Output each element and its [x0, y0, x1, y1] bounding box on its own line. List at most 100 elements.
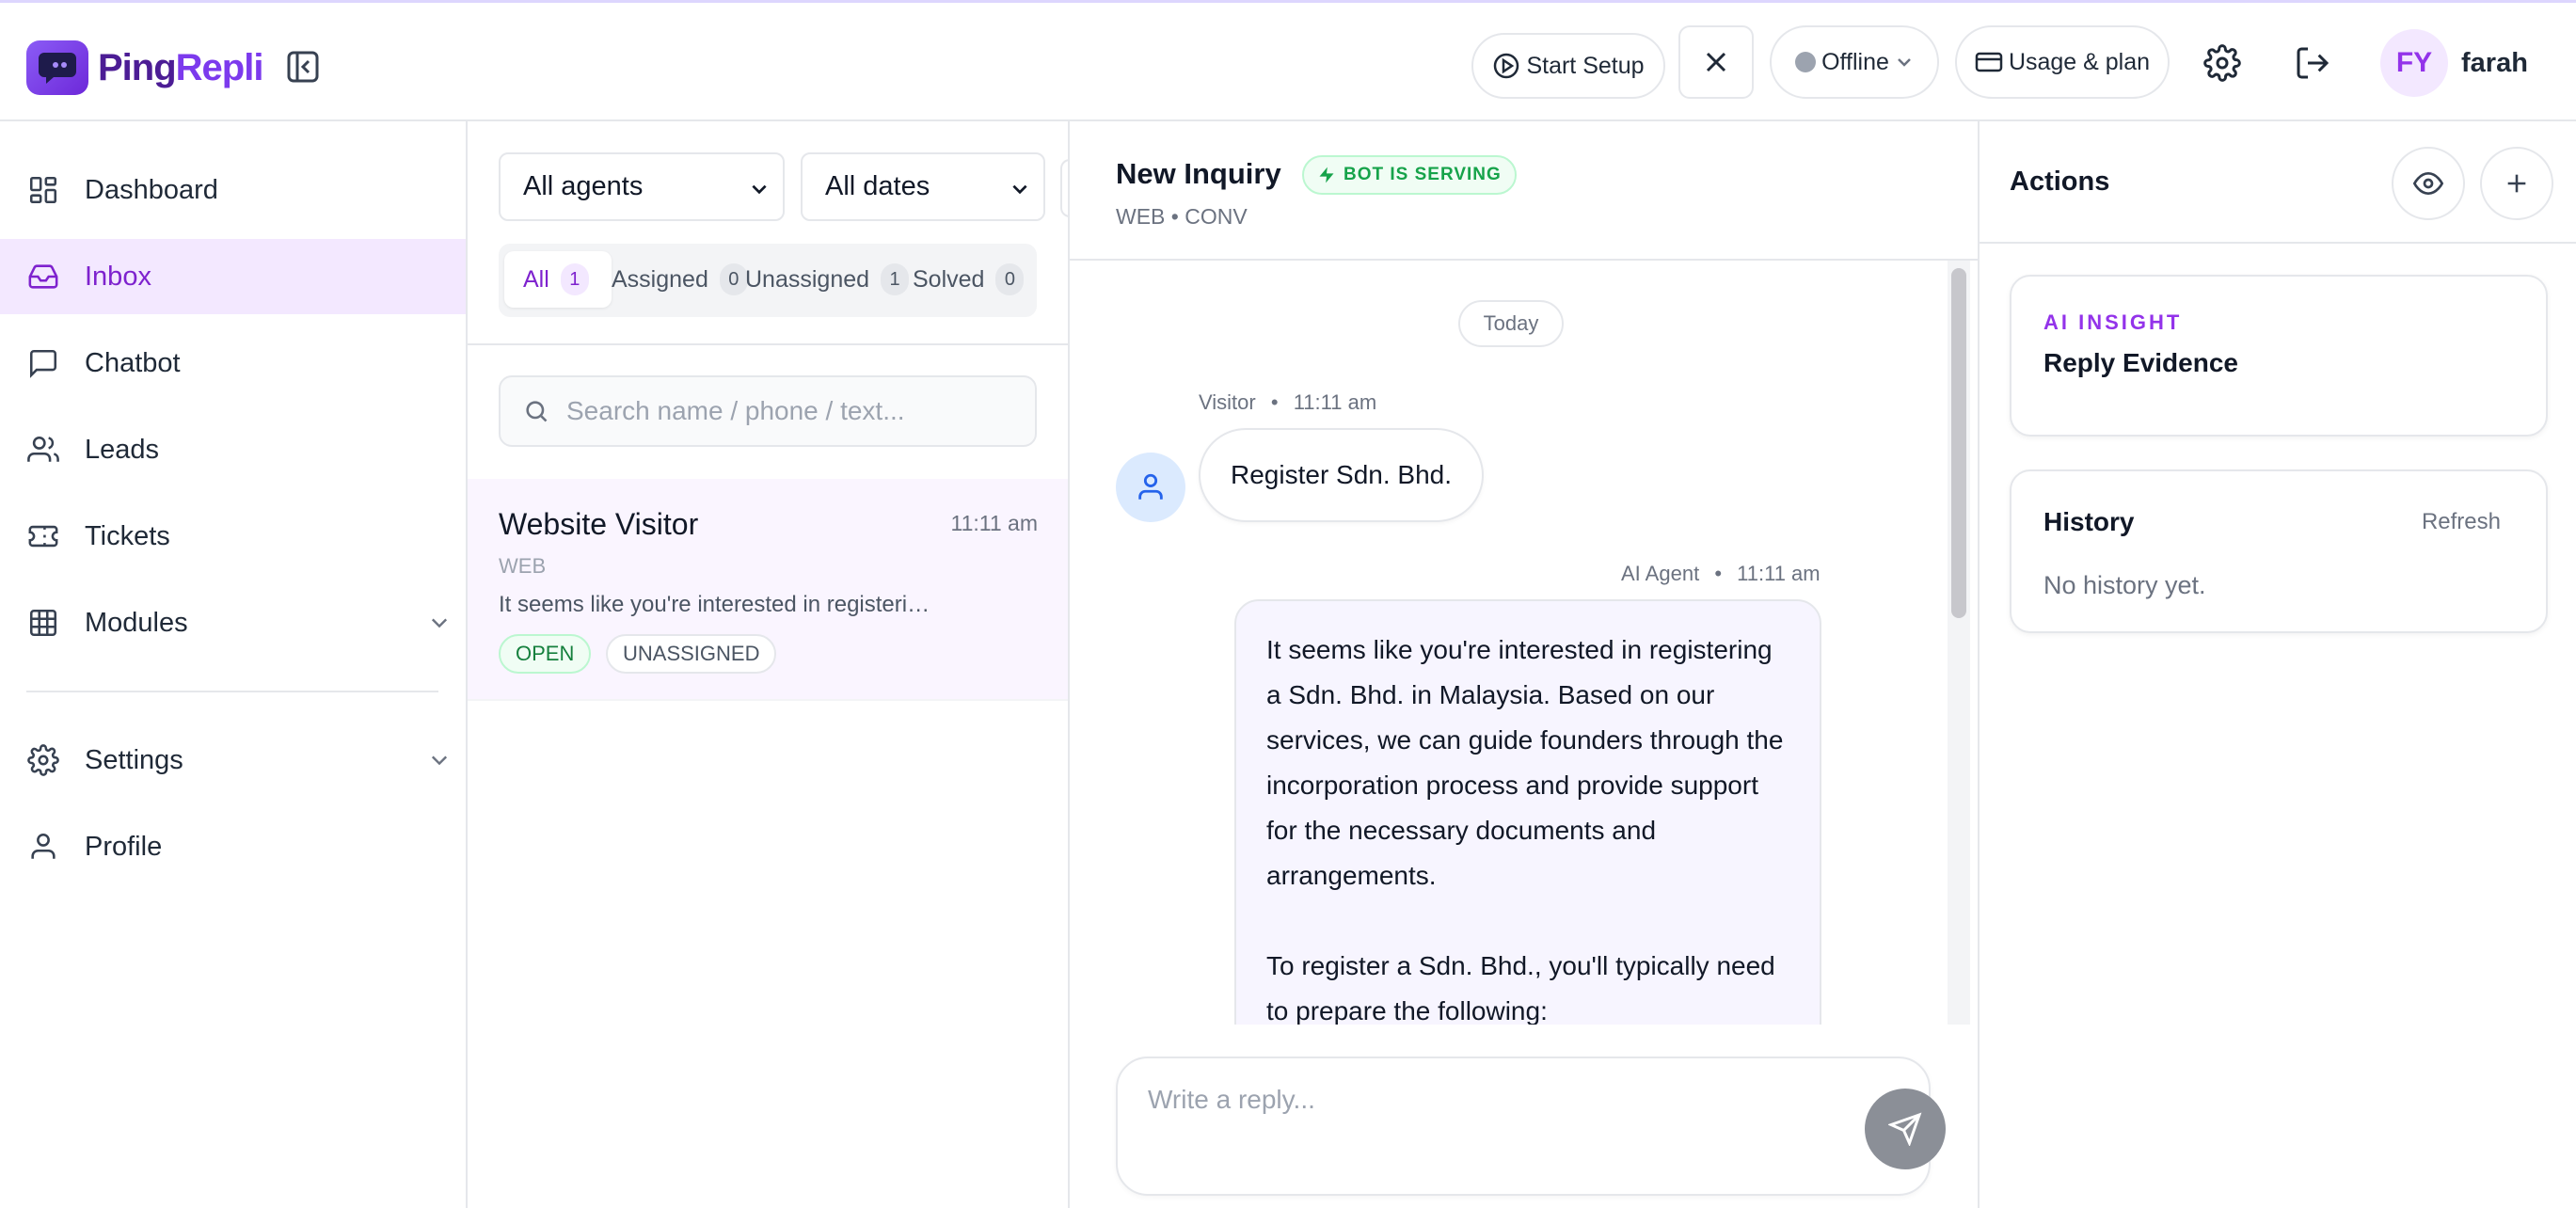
date-filter-value: All dates [825, 171, 930, 201]
close-icon [1706, 52, 1726, 72]
status-label: Offline [1821, 48, 1889, 75]
sidebar-item-profile[interactable]: Profile [0, 809, 466, 884]
tab-count: 0 [719, 263, 748, 295]
logout-button[interactable] [2288, 44, 2337, 82]
reply-input[interactable] [1148, 1085, 1797, 1141]
gear-icon [26, 743, 60, 777]
history-title: History [2043, 507, 2135, 536]
reply-composer [1116, 1057, 1946, 1196]
bot-serving-badge: BOT IS SERVING [1302, 155, 1517, 195]
sidebar-item-leads[interactable]: Leads [0, 412, 466, 487]
user-icon [1138, 473, 1163, 500]
sidebar-item-label: Dashboard [85, 174, 218, 205]
sidebar-divider [26, 691, 438, 692]
tab-count: 1 [560, 263, 589, 295]
send-button[interactable] [1865, 1089, 1946, 1169]
insight-title: Reply Evidence [2043, 348, 2238, 377]
plus-icon [2507, 174, 2526, 193]
chevron-down-icon [1898, 58, 1911, 67]
tab-unassigned[interactable]: Unassigned 1 [745, 251, 910, 308]
user-avatar[interactable]: FY [2380, 29, 2448, 97]
visitor-avatar [1116, 453, 1185, 522]
conversation-channel: WEB [499, 554, 547, 578]
ticket-icon [26, 519, 60, 553]
logout-icon [2297, 47, 2330, 79]
sidebar-item-label: Settings [85, 744, 183, 775]
logo-mark-icon [26, 40, 88, 95]
chat-subtitle: WEB • CONV [1116, 204, 1248, 229]
conversation-time: 11:11 am [950, 511, 1038, 535]
sidebar-item-label: Profile [85, 831, 163, 862]
users-icon [26, 433, 60, 467]
sidebar-item-label: Modules [85, 607, 188, 638]
brand-name: PingRepli [98, 46, 263, 88]
sidebar-item-label: Chatbot [85, 347, 181, 378]
actions-header: Actions [1980, 121, 2576, 244]
tab-label: Unassigned [745, 265, 870, 293]
bot-serving-label: BOT IS SERVING [1344, 165, 1502, 184]
insight-kicker: AI INSIGHT [2043, 310, 2183, 334]
eye-icon [2413, 171, 2443, 196]
sidebar-item-modules[interactable]: Modules [0, 585, 466, 660]
visitor-message-bubble: Register Sdn. Bhd. [1199, 428, 1485, 522]
meta-separator: • [1714, 562, 1723, 585]
dashboard-icon [26, 173, 60, 207]
search-input[interactable] [566, 396, 1018, 426]
ai-message-paragraph: It seems like you're interested in regis… [1266, 635, 1784, 890]
search-icon [526, 401, 548, 422]
tab-count: 0 [995, 263, 1025, 295]
brand-logo[interactable]: PingRepli [26, 40, 263, 95]
conversation-name: Website Visitor [499, 507, 699, 541]
tab-all[interactable]: All 1 [504, 251, 612, 308]
status-tabs: All 1 Assigned 0 Unassigned 1 Solved 0 [499, 244, 1037, 317]
sidebar-item-label: Inbox [85, 261, 151, 292]
message-sender: AI Agent [1621, 562, 1700, 585]
tab-label: All [523, 265, 549, 293]
list-divider [468, 343, 1068, 345]
start-setup-button[interactable]: Start Setup [1471, 33, 1665, 99]
actions-panel: Actions AI INSIGHT Reply Evidence Histor… [1980, 121, 2576, 1208]
date-filter-select[interactable]: All dates [801, 152, 1045, 221]
sidebar-item-label: Tickets [85, 520, 170, 551]
credit-card-icon [1975, 52, 2003, 72]
ai-message-meta: AI Agent • 11:11 am [1621, 562, 1821, 586]
usage-plan-label: Usage & plan [2008, 48, 2151, 75]
ai-message-paragraph: To register a Sdn. Bhd., you'll typicall… [1266, 951, 1775, 1025]
agent-filter-select[interactable]: All agents [499, 152, 785, 221]
grid-icon [26, 606, 60, 640]
add-button[interactable] [2480, 147, 2553, 220]
chat-scrollbar-thumb[interactable] [1951, 268, 1966, 618]
chat-title: New Inquiry [1116, 157, 1281, 190]
visitor-message-meta: Visitor • 11:11 am [1199, 390, 1376, 415]
sidebar-item-dashboard[interactable]: Dashboard [0, 152, 466, 228]
sidebar-item-settings[interactable]: Settings [0, 723, 466, 798]
availability-status-dropdown[interactable]: Offline [1770, 25, 1939, 99]
chevron-down-icon [431, 618, 448, 628]
history-empty-state: No history yet. [2043, 571, 2206, 599]
tab-solved[interactable]: Solved 0 [913, 251, 1025, 308]
send-icon [1888, 1112, 1922, 1146]
usage-plan-button[interactable]: Usage & plan [1955, 25, 2170, 99]
tab-label: Assigned [612, 265, 708, 293]
conversation-list-panel: All agents All dates All 1 Assigned 0 Un… [468, 121, 1079, 1208]
sidebar-item-inbox[interactable]: Inbox [0, 239, 466, 314]
tab-count: 1 [881, 263, 910, 295]
view-button[interactable] [2392, 147, 2465, 220]
sidebar-item-chatbot[interactable]: Chatbot [0, 326, 466, 401]
assignment-badge: UNASSIGNED [606, 634, 777, 674]
message-sender: Visitor [1199, 390, 1256, 414]
username[interactable]: farah [2461, 48, 2528, 79]
sidebar-collapse-icon[interactable] [282, 46, 324, 87]
lightning-icon [1319, 167, 1334, 183]
close-setup-button[interactable] [1678, 25, 1754, 99]
date-divider: Today [1458, 300, 1564, 347]
actions-title: Actions [2010, 167, 2110, 197]
message-time: 11:11 am [1737, 562, 1821, 585]
refresh-button[interactable]: Refresh [2422, 509, 2501, 535]
meta-separator: • [1270, 390, 1279, 414]
sidebar-item-tickets[interactable]: Tickets [0, 499, 466, 574]
ai-insight-card[interactable]: AI INSIGHT Reply Evidence [2010, 275, 2548, 437]
conversation-list-item[interactable]: Website Visitor 11:11 am WEB It seems li… [468, 479, 1068, 701]
tab-assigned[interactable]: Assigned 0 [612, 251, 748, 308]
settings-gear-button[interactable] [2198, 44, 2247, 82]
